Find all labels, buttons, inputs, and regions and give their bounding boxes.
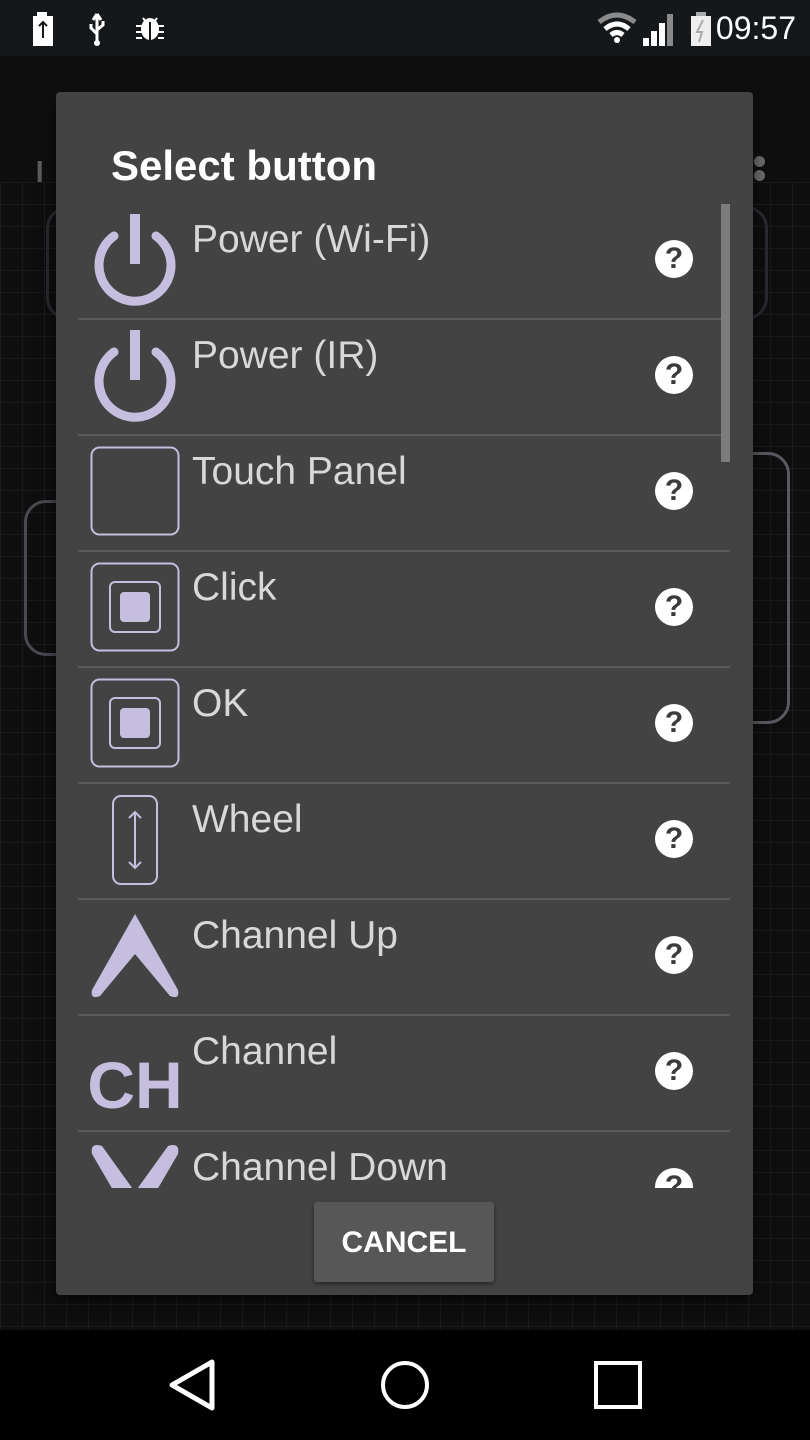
svg-text:CH: CH — [90, 1048, 180, 1118]
wheel-icon — [112, 795, 158, 885]
list-item[interactable]: Wheel ? — [78, 784, 730, 900]
touch-panel-icon — [90, 446, 180, 536]
battery-icon — [691, 12, 711, 46]
wifi-icon — [597, 12, 637, 43]
item-label: Channel Down — [192, 1146, 448, 1188]
recents-icon[interactable] — [592, 1352, 646, 1418]
help-icon[interactable]: ? — [655, 356, 693, 394]
home-icon[interactable] — [378, 1352, 432, 1418]
list-item[interactable]: OK ? — [78, 668, 730, 784]
status-bar: 09:57 — [0, 0, 810, 56]
list-item[interactable]: Power (IR) ? — [78, 320, 730, 436]
item-label: Click — [192, 566, 277, 609]
help-icon[interactable]: ? — [655, 472, 693, 510]
chevron-down-icon — [91, 1145, 179, 1188]
help-icon[interactable]: ? — [655, 820, 693, 858]
help-icon[interactable]: ? — [655, 1168, 693, 1188]
list-item[interactable]: Channel Up ? — [78, 900, 730, 1016]
ok-button-icon — [90, 678, 180, 768]
usb-icon — [89, 13, 105, 46]
click-button-icon — [90, 562, 180, 652]
list-item[interactable]: Power (Wi-Fi) ? — [78, 204, 730, 320]
select-button-dialog: Select button Power (Wi-Fi) ? Power (IR)… — [56, 92, 753, 1295]
item-label: Channel Up — [192, 914, 398, 957]
list-item[interactable]: Touch Panel ? — [78, 436, 730, 552]
item-label: Wheel — [192, 798, 303, 841]
help-icon[interactable]: ? — [655, 936, 693, 974]
help-icon[interactable]: ? — [655, 1052, 693, 1090]
power-icon — [94, 330, 176, 422]
channel-ch-icon: CH — [90, 1048, 180, 1118]
help-icon[interactable]: ? — [655, 240, 693, 278]
chevron-up-icon — [91, 914, 179, 998]
help-icon[interactable]: ? — [655, 704, 693, 742]
battery-charging-icon — [33, 12, 53, 46]
item-label: Touch Panel — [192, 450, 407, 493]
button-list[interactable]: Power (Wi-Fi) ? Power (IR) ? Touch Panel… — [78, 204, 730, 1188]
back-icon[interactable] — [168, 1352, 216, 1418]
clock: 09:57 — [715, 10, 796, 46]
item-label: OK — [192, 682, 249, 725]
debug-bug-icon — [136, 17, 164, 40]
item-label: Power (IR) — [192, 334, 379, 377]
cancel-button[interactable]: CANCEL — [314, 1202, 494, 1282]
list-scrollbar[interactable] — [721, 204, 730, 462]
list-item[interactable]: CH Channel ? — [78, 1016, 730, 1132]
list-item[interactable]: Channel Down ? — [78, 1132, 730, 1188]
item-label: Power (Wi-Fi) — [192, 218, 431, 261]
item-label: Channel — [192, 1030, 338, 1073]
dialog-title: Select button — [111, 142, 378, 189]
navigation-bar — [0, 1330, 810, 1440]
help-icon[interactable]: ? — [655, 588, 693, 626]
power-icon — [94, 214, 176, 306]
list-item[interactable]: Click ? — [78, 552, 730, 668]
cell-signal-icon — [643, 14, 673, 46]
